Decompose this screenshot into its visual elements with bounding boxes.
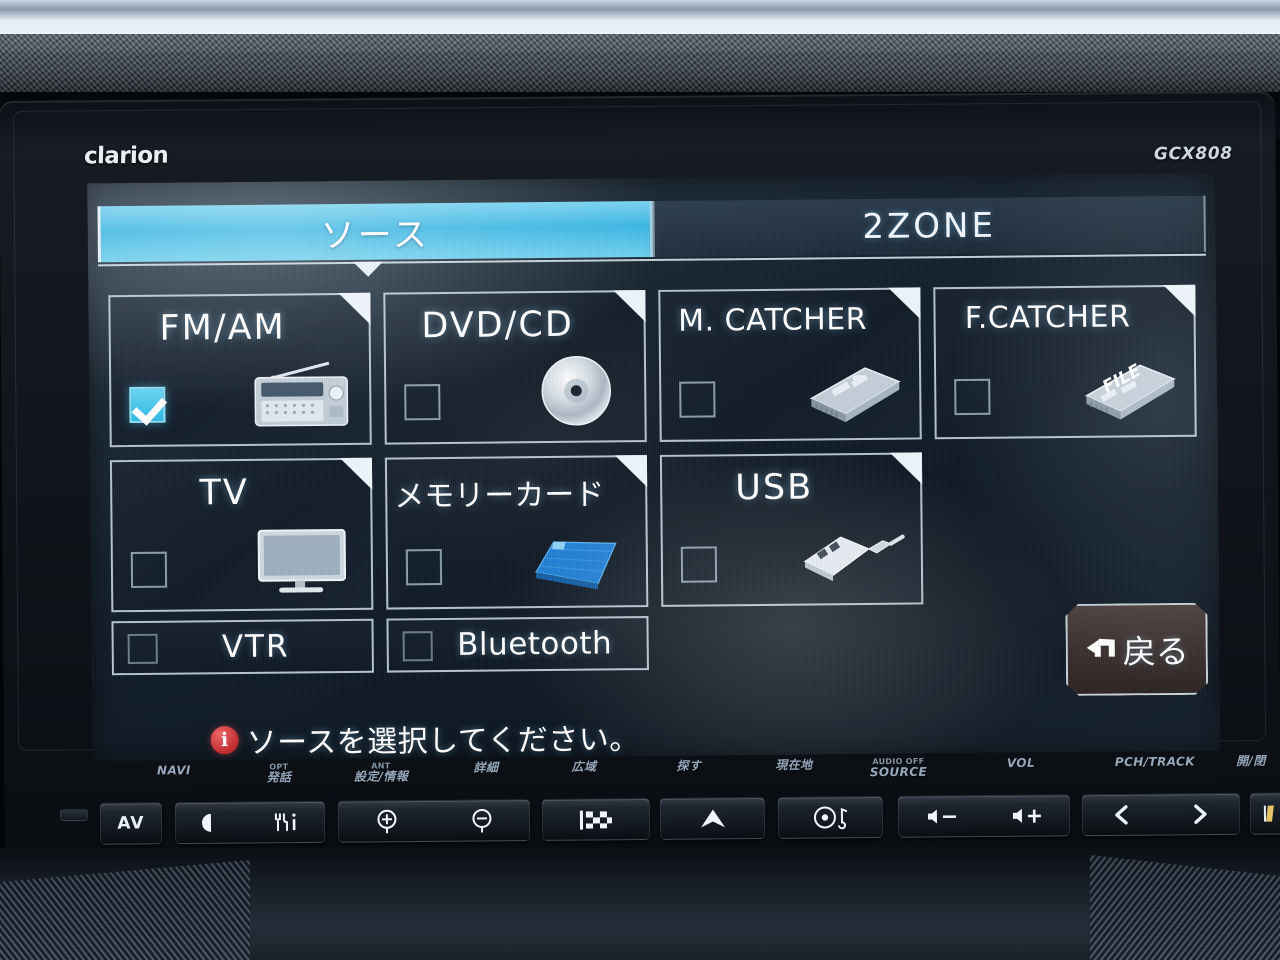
- hdd-icon: [793, 346, 906, 429]
- av-button-label: AV: [117, 813, 145, 834]
- page-fold-icon: [613, 290, 646, 323]
- page-fold-icon: [888, 287, 921, 320]
- panel-release-tab[interactable]: [59, 808, 88, 822]
- source-button-usb[interactable]: USB: [659, 452, 924, 607]
- source-checkbox-tv[interactable]: [130, 551, 168, 589]
- eject-icon: [1261, 803, 1279, 825]
- memory-card-icon: [519, 513, 632, 596]
- radio-icon: [243, 351, 356, 434]
- source-label-memory-card: メモリーカード: [394, 477, 605, 515]
- source-grid-row-1: FM/AM DVD/CD M. CATCHER F.CATCHER FILE: [108, 284, 1207, 448]
- legend-pch-track: PCH/TRACK: [1114, 754, 1195, 770]
- source-checkbox-m-catcher[interactable]: [679, 381, 716, 418]
- phone-settings-button-pair[interactable]: [174, 800, 326, 845]
- zoom-out-icon[interactable]: [468, 807, 494, 833]
- disc-note-icon: [811, 805, 849, 830]
- track-seek-button-pair[interactable]: [1081, 792, 1241, 837]
- source-button-m-catcher[interactable]: M. CATCHER: [658, 287, 922, 442]
- status-message-text: ソースを選択してください。: [246, 722, 640, 761]
- source-checkbox-memory-card[interactable]: [405, 549, 443, 586]
- screenshot-root: clarion GCX808 ソース 2ZONE FM/AM DVD/CD M.…: [0, 0, 1280, 960]
- legend-vol: VOL: [1006, 755, 1036, 771]
- source-button-bluetooth[interactable]: Bluetooth: [386, 616, 649, 673]
- return-button-label: 戻る: [1122, 631, 1189, 672]
- source-grid: FM/AM DVD/CD M. CATCHER F.CATCHER FILE T…: [108, 284, 1209, 626]
- settings-info-icon[interactable]: [270, 811, 300, 833]
- track-prev-icon[interactable]: [1112, 804, 1132, 826]
- legend-wide-area: 広域: [571, 759, 597, 774]
- active-tab-pointer-icon: [353, 261, 384, 277]
- television-icon: [244, 516, 357, 599]
- volume-up-icon[interactable]: [1009, 806, 1043, 826]
- volume-down-icon[interactable]: [924, 806, 958, 826]
- current-location-button[interactable]: [659, 796, 766, 840]
- navigation-arrow-icon: [697, 807, 727, 829]
- checkered-flag-icon: [578, 808, 614, 830]
- source-button-tv[interactable]: TV: [109, 457, 374, 613]
- legend-navi: NAVI: [156, 763, 191, 778]
- zoom-in-icon[interactable]: [373, 808, 399, 834]
- legend-detail: 詳細: [473, 760, 499, 775]
- destination-flag-button[interactable]: [541, 798, 651, 841]
- track-next-icon[interactable]: [1190, 803, 1210, 825]
- phone-talk-icon[interactable]: [200, 812, 222, 834]
- back-arrow-icon: [1085, 635, 1119, 665]
- status-message: i ソースを選択してください。: [210, 714, 640, 761]
- lcd-screen: ソース 2ZONE FM/AM DVD/CD M. CATCHER F.CATC…: [87, 172, 1221, 762]
- tab-source-label: ソース: [320, 214, 431, 256]
- brand-logo: clarion: [83, 142, 169, 170]
- source-checkbox-usb[interactable]: [680, 546, 718, 583]
- info-icon: i: [210, 726, 239, 755]
- page-fold-icon: [889, 452, 923, 485]
- tab-2zone-label: 2ZONE: [862, 205, 997, 247]
- source-button-vtr[interactable]: VTR: [111, 618, 374, 676]
- source-checkbox-fm-am[interactable]: [129, 386, 166, 424]
- legend-opt-hatsuwa: OPT 発話: [266, 762, 292, 785]
- tab-2zone[interactable]: 2ZONE: [652, 195, 1206, 258]
- source-button-dvd-cd[interactable]: DVD/CD: [383, 290, 647, 445]
- page-fold-icon: [339, 457, 373, 491]
- source-checkbox-dvd-cd[interactable]: [404, 384, 441, 421]
- legend-search: 探す: [676, 758, 702, 773]
- dashboard-texture-panel: [0, 34, 1280, 96]
- page-fold-icon: [338, 292, 371, 326]
- secondary-source-row: VTR Bluetooth: [111, 611, 1209, 676]
- usb-plug-icon: [794, 511, 907, 594]
- volume-button-pair[interactable]: [897, 794, 1071, 838]
- legend-open-close: 開/閉: [1236, 753, 1266, 769]
- source-label-tv: TV: [199, 472, 250, 514]
- source-checkbox-vtr[interactable]: [127, 633, 158, 665]
- av-button[interactable]: AV: [99, 802, 163, 845]
- source-button-f-catcher[interactable]: F.CATCHER FILE: [933, 284, 1197, 440]
- return-button[interactable]: 戻る: [1065, 603, 1208, 696]
- source-checkbox-f-catcher[interactable]: [954, 378, 991, 416]
- source-label-usb: USB: [735, 467, 814, 509]
- legend-ant-settings-info: ANT 設定/情報: [353, 761, 409, 785]
- tab-bar: ソース 2ZONE: [97, 195, 1206, 267]
- source-button-fm-am[interactable]: FM/AM: [108, 292, 372, 448]
- page-fold-icon: [614, 455, 648, 488]
- source-button-memory-card[interactable]: メモリーカード: [384, 455, 649, 610]
- source-checkbox-bluetooth[interactable]: [402, 631, 433, 662]
- source-label-m-catcher: M. CATCHER: [677, 301, 868, 339]
- legend-current-location: 現在地: [775, 757, 813, 773]
- eject-open-close-button[interactable]: [1249, 792, 1280, 835]
- page-fold-icon: [1163, 284, 1196, 318]
- legend-audio-off-source: AUDIO OFF SOURCE: [869, 756, 928, 780]
- hardware-button-row: AV: [59, 792, 1280, 855]
- tab-source[interactable]: ソース: [97, 201, 653, 263]
- source-label-bluetooth: Bluetooth: [457, 625, 613, 663]
- source-label-fm-am: FM/AM: [159, 307, 286, 349]
- map-zoom-button-pair[interactable]: [337, 799, 531, 843]
- source-grid-row-2: TV メモリーカード USB: [109, 450, 1209, 613]
- disc-icon: [518, 348, 631, 431]
- source-audio-button[interactable]: [777, 795, 884, 839]
- source-label-dvd-cd: DVD/CD: [421, 304, 575, 347]
- source-label-vtr: VTR: [221, 628, 290, 666]
- hdd-file-icon: FILE: [1068, 343, 1181, 426]
- model-number: GCX808: [1154, 143, 1234, 165]
- source-label-f-catcher: F.CATCHER: [964, 299, 1131, 337]
